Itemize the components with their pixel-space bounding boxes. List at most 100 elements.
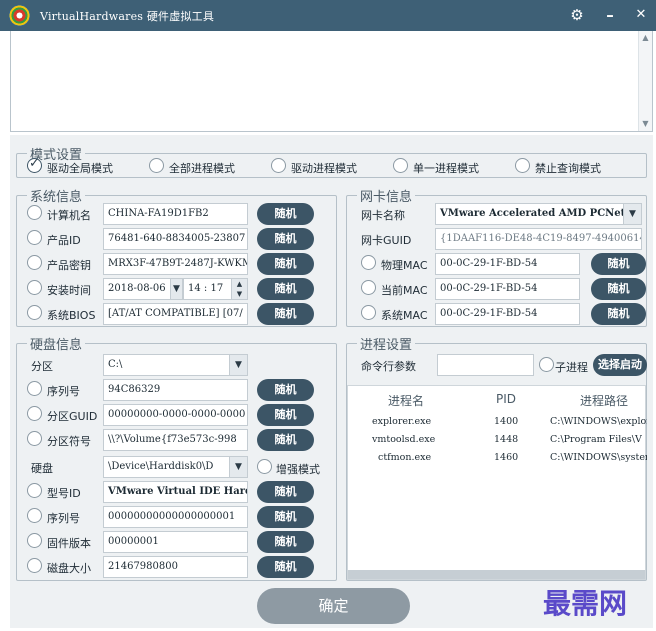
- process-table[interactable]: 进程名 PID 进程路径 explorer.exe 1400 C:\WINDOW…: [347, 385, 647, 580]
- process-pid-cell: 1448: [494, 434, 519, 445]
- watermark-text: 最需网: [543, 587, 628, 620]
- date-dropdown-icon[interactable]: ▼: [170, 279, 182, 299]
- bios-random-button[interactable]: 随机: [257, 303, 314, 325]
- scroll-up-icon[interactable]: ▲: [639, 31, 652, 45]
- mode-radio-disable-query[interactable]: [515, 158, 530, 173]
- app-title: VirtualHardwares 硬件虚拟工具: [40, 10, 215, 23]
- system-radio-computer-name[interactable]: [27, 205, 42, 220]
- nic-radio-physical-mac[interactable]: [361, 255, 376, 270]
- mode-radio-driver-global[interactable]: [27, 156, 42, 173]
- disk-radio-partition-serial[interactable]: [27, 381, 42, 396]
- physical-mac-random-button[interactable]: 随机: [591, 253, 646, 275]
- current-mac-field[interactable]: 00-0C-29-1F-BD-54: [435, 278, 580, 300]
- disk-label: 硬盘: [31, 462, 53, 475]
- install-time-random-button[interactable]: 随机: [257, 278, 314, 300]
- process-name-cell: explorer.exe: [372, 416, 432, 427]
- partition-select[interactable]: C:\ ▼: [103, 354, 248, 376]
- select-launch-button[interactable]: 选择启动: [593, 354, 647, 376]
- partition-serial-field[interactable]: 94C86329: [103, 379, 248, 401]
- system-radio-bios[interactable]: [27, 305, 42, 320]
- bios-field[interactable]: [AT/AT COMPATIBLE] [07/: [103, 303, 248, 325]
- nic-info-group: 网卡信息 网卡名称 VMware Accelerated AMD PCNet ▼…: [346, 186, 647, 327]
- product-id-random-button[interactable]: 随机: [257, 228, 314, 250]
- enhance-mode-radio[interactable]: [257, 459, 272, 474]
- system-radio-product-key[interactable]: [27, 255, 42, 270]
- disk-radio-model-id[interactable]: [27, 483, 42, 498]
- mode-label-driver-process: 驱动进程模式: [291, 162, 357, 175]
- mode-radio-all-process[interactable]: [149, 158, 164, 173]
- minimize-button[interactable]: –: [598, 4, 622, 26]
- firmware-field[interactable]: 00000001: [103, 531, 248, 553]
- disk-radio-partition-guid[interactable]: [27, 406, 42, 421]
- current-mac-random-button[interactable]: 随机: [591, 278, 646, 300]
- nic-name-label: 网卡名称: [361, 209, 405, 222]
- log-textarea[interactable]: ▲ ▼: [10, 31, 653, 132]
- disk-serial-random-button[interactable]: 随机: [257, 506, 314, 528]
- system-mac-random-button[interactable]: 随机: [591, 303, 646, 325]
- scroll-down-icon[interactable]: ▼: [639, 117, 652, 131]
- model-id-field[interactable]: VMware Virtual IDE Hard: [103, 481, 248, 503]
- install-time-value: 14 : 17: [188, 283, 224, 294]
- disk-dropdown-icon[interactable]: ▼: [229, 457, 247, 477]
- system-mac-field[interactable]: 00-0C-29-1F-BD-54: [435, 303, 580, 325]
- nic-radio-system-mac[interactable]: [361, 305, 376, 320]
- partition-guid-field[interactable]: 00000000-0000-0000-0000: [103, 404, 248, 426]
- system-radio-install-time[interactable]: [27, 280, 42, 295]
- mode-radio-driver-process[interactable]: [271, 158, 286, 173]
- disk-radio-firmware[interactable]: [27, 533, 42, 548]
- computer-name-random-button[interactable]: 随机: [257, 203, 314, 225]
- disk-serial-field[interactable]: 00000000000000000001: [103, 506, 248, 528]
- partition-serial-random-button[interactable]: 随机: [257, 379, 314, 401]
- disk-info-group: 硬盘信息 分区 C:\ ▼ 序列号 94C86329 随机 分区GUID 000…: [16, 334, 337, 581]
- nic-dropdown-icon[interactable]: ▼: [623, 204, 641, 224]
- partition-dropdown-icon[interactable]: ▼: [229, 355, 247, 375]
- nic-radio-current-mac[interactable]: [361, 280, 376, 295]
- ok-button[interactable]: 确定: [257, 588, 410, 624]
- cmd-args-input[interactable]: [437, 354, 534, 376]
- disk-info-legend: 硬盘信息: [27, 334, 86, 353]
- partition-label: 分区: [31, 360, 53, 373]
- mode-settings-group: 模式设置 驱动全局模式 全部进程模式 驱动进程模式 单一进程模式 禁止查询模式: [16, 144, 647, 178]
- disk-size-random-button[interactable]: 随机: [257, 556, 314, 578]
- process-name-cell: ctfmon.exe: [378, 452, 432, 463]
- mode-label-all-process: 全部进程模式: [169, 162, 235, 175]
- partition-symbol-random-button[interactable]: 随机: [257, 429, 314, 451]
- column-header-name[interactable]: 进程名: [388, 392, 424, 409]
- system-radio-product-id[interactable]: [27, 230, 42, 245]
- physical-mac-field[interactable]: 00-0C-29-1F-BD-54: [435, 253, 580, 275]
- partition-value: C:\: [108, 359, 123, 370]
- nic-name-select[interactable]: VMware Accelerated AMD PCNet ▼: [435, 203, 642, 225]
- table-horizontal-scrollbar[interactable]: [348, 570, 645, 579]
- disk-size-field[interactable]: 21467980800: [103, 556, 248, 578]
- disk-value: \Device\Harddisk0\D: [108, 461, 214, 472]
- firmware-random-button[interactable]: 随机: [257, 531, 314, 553]
- disk-size-label: 磁盘大小: [47, 562, 91, 575]
- install-date-field[interactable]: 2018-08-06 ▼: [103, 278, 183, 300]
- computer-name-field[interactable]: CHINA-FA19D1FB2: [103, 203, 248, 225]
- log-scrollbar[interactable]: ▲ ▼: [638, 31, 652, 131]
- product-id-field[interactable]: 76481-640-8834005-23807: [103, 228, 248, 250]
- nic-name-value: VMware Accelerated AMD PCNet: [440, 208, 626, 219]
- disk-radio-partition-symbol[interactable]: [27, 431, 42, 446]
- time-spinner-icon[interactable]: ▲ ▼: [231, 279, 247, 299]
- process-settings-group: 进程设置 命令行参数 子进程 选择启动 进程名 PID 进程路径 explore…: [346, 334, 647, 581]
- install-time-field[interactable]: 14 : 17 ▲ ▼: [183, 278, 248, 300]
- partition-symbol-field[interactable]: \\?\Volume{f73e573c-998: [103, 429, 248, 451]
- disk-radio-disk-serial[interactable]: [27, 508, 42, 523]
- product-key-random-button[interactable]: 随机: [257, 253, 314, 275]
- column-header-path[interactable]: 进程路径: [580, 392, 628, 409]
- disk-radio-disk-size[interactable]: [27, 558, 42, 573]
- mode-label-single-process: 单一进程模式: [413, 162, 479, 175]
- main-panel: 模式设置 驱动全局模式 全部进程模式 驱动进程模式 单一进程模式 禁止查询模式 …: [10, 135, 653, 628]
- product-key-field[interactable]: MRX3F-47B9T-2487J-KWKM: [103, 253, 248, 275]
- settings-gear-icon[interactable]: ⚙: [565, 4, 589, 26]
- child-process-radio[interactable]: [539, 357, 554, 372]
- mode-radio-single-process[interactable]: [393, 158, 408, 173]
- column-header-pid[interactable]: PID: [496, 392, 516, 406]
- close-button[interactable]: ✕: [629, 4, 653, 26]
- model-id-random-button[interactable]: 随机: [257, 481, 314, 503]
- computer-name-label: 计算机名: [47, 209, 91, 222]
- partition-guid-random-button[interactable]: 随机: [257, 404, 314, 426]
- partition-symbol-label: 分区符号: [47, 435, 91, 448]
- disk-select[interactable]: \Device\Harddisk0\D ▼: [103, 456, 248, 478]
